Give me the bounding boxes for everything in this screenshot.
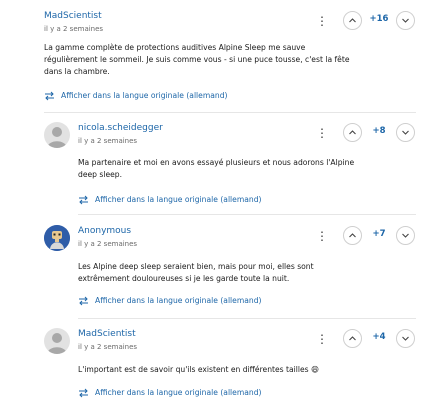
show-original-label: Afficher dans la langue originale (allem… <box>95 388 262 397</box>
vote-score: +7 <box>372 229 386 239</box>
chevron-up-icon <box>349 233 356 238</box>
show-original-label: Afficher dans la langue originale (allem… <box>61 91 228 100</box>
show-original-label: Afficher dans la langue originale (allem… <box>95 296 262 305</box>
comment-text-line: Ma partenaire et moi en avons essayé plu… <box>78 158 355 167</box>
comment-text-line: Les Alpine deep sleep seraient bien, mai… <box>78 262 314 271</box>
comment-controls: ⋮ +8 <box>316 122 416 144</box>
chevron-down-icon <box>402 130 409 135</box>
chevron-up-icon <box>349 18 356 23</box>
show-original-link[interactable]: Afficher dans la langue originale (allem… <box>78 295 318 307</box>
chevron-down-icon <box>402 233 409 238</box>
comment-text: Les Alpine deep sleep seraient bien, mai… <box>78 261 314 285</box>
timestamp: il y a 2 semaines <box>44 25 104 33</box>
vote-score: +16 <box>369 14 389 24</box>
comment-header: nicola.scheidegger il y a 2 semaines ⋮ +… <box>44 122 416 156</box>
avatar[interactable] <box>44 225 70 251</box>
more-vertical-icon[interactable]: ⋮ <box>316 228 328 244</box>
comment-text: L'important est de savoir qu'ils existen… <box>78 364 319 376</box>
show-original-label: Afficher dans la langue originale (allem… <box>95 195 262 204</box>
more-vertical-icon[interactable]: ⋮ <box>316 125 328 141</box>
comment-text-line: La gamme complète de protections auditiv… <box>44 43 306 52</box>
swap-arrows-icon <box>79 195 88 205</box>
comment-header: Anonymous il y a 2 semaines ⋮ +7 <box>44 225 416 259</box>
swap-arrows-icon <box>45 91 54 101</box>
author-name[interactable]: nicola.scheidegger <box>78 123 163 133</box>
comment-text-line: extrêmement douloureuses si je les garde… <box>78 274 290 283</box>
comment-header: MadScientist il y a 2 semaines ⋮ +16 <box>44 10 416 44</box>
swap-arrows-icon <box>79 388 88 398</box>
downvote-button[interactable] <box>396 226 415 245</box>
downvote-button[interactable] <box>396 11 415 30</box>
avatar[interactable] <box>44 122 70 148</box>
comment-text-line: L'important est de savoir qu'ils existen… <box>78 365 319 374</box>
show-original-link[interactable]: Afficher dans la langue originale (allem… <box>78 194 318 206</box>
divider <box>78 318 416 319</box>
comment-controls: ⋮ +16 <box>316 10 416 32</box>
comment-header: MadScientist il y a 2 semaines ⋮ +4 <box>44 328 416 362</box>
comment-thread: MadScientist il y a 2 semaines ⋮ +16 La … <box>0 0 430 403</box>
downvote-button[interactable] <box>396 123 415 142</box>
author-name[interactable]: MadScientist <box>44 11 102 21</box>
comment: MadScientist il y a 2 semaines ⋮ +4 L'im… <box>44 328 416 403</box>
upvote-button[interactable] <box>343 11 362 30</box>
comment-text-line: régulièrement le sommeil. Je suis comme … <box>44 55 350 64</box>
chevron-up-icon <box>349 336 356 341</box>
avatar[interactable] <box>44 328 70 354</box>
divider <box>78 214 416 215</box>
upvote-button[interactable] <box>343 123 362 142</box>
comment: Anonymous il y a 2 semaines ⋮ +7 Les Alp… <box>44 225 416 315</box>
downvote-button[interactable] <box>396 329 415 348</box>
upvote-button[interactable] <box>343 329 362 348</box>
timestamp: il y a 2 semaines <box>78 343 138 351</box>
timestamp: il y a 2 semaines <box>78 137 138 145</box>
more-vertical-icon[interactable]: ⋮ <box>316 13 328 29</box>
comment-text: La gamme complète de protections auditiv… <box>44 42 350 78</box>
swap-arrows-icon <box>79 296 88 306</box>
comment-text-line: dans la chambre. <box>44 67 110 76</box>
comment: nicola.scheidegger il y a 2 semaines ⋮ +… <box>44 122 416 212</box>
chevron-down-icon <box>402 18 409 23</box>
vote-score: +4 <box>372 332 386 342</box>
divider <box>44 112 416 113</box>
upvote-button[interactable] <box>343 226 362 245</box>
comment-controls: ⋮ +4 <box>316 328 416 350</box>
show-original-link[interactable]: Afficher dans la langue originale (allem… <box>78 387 318 399</box>
comment-text-line: deep sleep. <box>78 170 123 179</box>
more-vertical-icon[interactable]: ⋮ <box>316 331 328 347</box>
comment-controls: ⋮ +7 <box>316 225 416 247</box>
author-name[interactable]: MadScientist <box>78 329 136 339</box>
comment-text: Ma partenaire et moi en avons essayé plu… <box>78 157 354 181</box>
chevron-down-icon <box>402 336 409 341</box>
show-original-link[interactable]: Afficher dans la langue originale (allem… <box>44 90 284 102</box>
timestamp: il y a 2 semaines <box>78 240 138 248</box>
vote-score: +8 <box>372 126 386 136</box>
chevron-up-icon <box>349 130 356 135</box>
author-name[interactable]: Anonymous <box>78 226 131 236</box>
comment: MadScientist il y a 2 semaines ⋮ +16 La … <box>44 10 416 110</box>
